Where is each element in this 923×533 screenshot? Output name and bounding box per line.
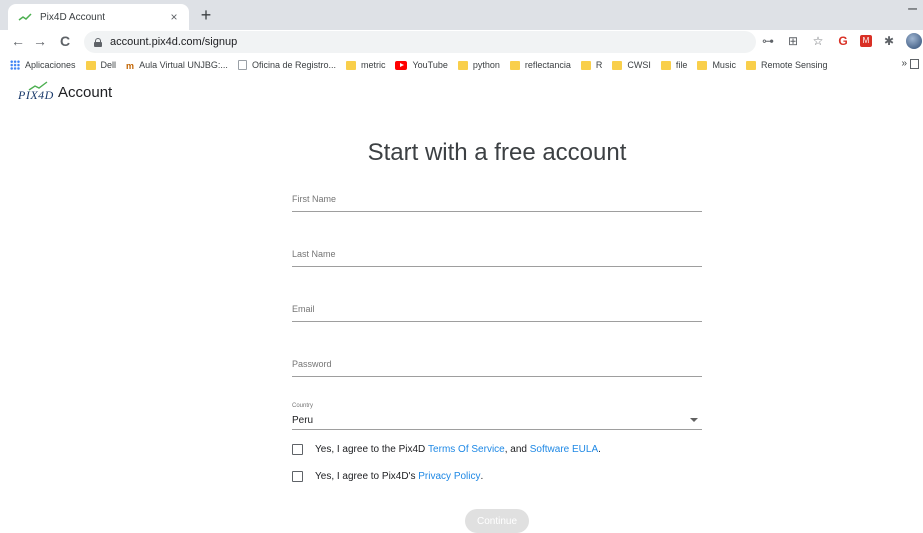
bookmarks-overflow-icon[interactable]: » — [901, 58, 907, 69]
country-select[interactable]: Country Peru — [292, 403, 702, 430]
folder-icon — [345, 60, 356, 70]
dropdown-arrow-icon[interactable] — [690, 418, 698, 422]
new-tab-icon[interactable]: + — [196, 5, 216, 25]
bookmark-oficina-registro[interactable]: Oficina de Registro... — [237, 60, 336, 70]
tab-title: Pix4D Account — [40, 11, 106, 23]
pix4d-logo[interactable]: PIX4D — [18, 81, 53, 103]
tos-text-2: , and — [504, 444, 530, 455]
password-input[interactable] — [292, 353, 702, 375]
privacy-text-2: . — [480, 471, 484, 482]
reload-icon[interactable]: C — [55, 33, 75, 49]
bookmark-remote-sensing[interactable]: Remote Sensing — [745, 60, 828, 70]
profile-avatar-icon[interactable] — [906, 33, 922, 49]
software-eula-link[interactable]: Software EULA — [530, 444, 598, 455]
bookmark-file[interactable]: file — [660, 60, 687, 70]
bookmarks-bar: Aplicaciones Dell m Aula Virtual UNJBG:..… — [0, 54, 923, 76]
tos-text-3: . — [598, 444, 601, 455]
folder-icon — [509, 60, 520, 70]
forward-arrow-icon[interactable]: → — [30, 33, 50, 49]
close-tab-icon[interactable]: × — [167, 10, 181, 24]
lock-icon[interactable] — [94, 37, 102, 47]
apps-icon — [10, 60, 20, 70]
browser-tab-strip: Pix4D Account × + – — [0, 0, 923, 30]
page-header: PIX4D Account — [0, 78, 923, 106]
extension-icons: ⊶ ⊞ ☆ G M ✱ — [760, 33, 922, 49]
page-icon — [237, 60, 247, 70]
folder-icon — [745, 60, 756, 70]
bookmark-star-icon[interactable]: ☆ — [810, 34, 826, 48]
bookmark-aplicaciones[interactable]: Aplicaciones — [10, 60, 76, 70]
first-name-field — [292, 188, 702, 212]
logo-text: PIX4D — [18, 88, 54, 102]
bookmark-aula-virtual[interactable]: m Aula Virtual UNJBG:... — [126, 60, 228, 71]
continue-button[interactable]: Continue — [465, 509, 529, 533]
browser-toolbar: ← → C account.pix4d.com/signup ⊶ ⊞ ☆ G M… — [0, 30, 923, 54]
country-label: Country — [292, 403, 314, 409]
first-name-input[interactable] — [292, 188, 702, 210]
email-field — [292, 298, 702, 322]
back-arrow-icon[interactable]: ← — [8, 33, 28, 49]
puzzle-icon[interactable]: ✱ — [881, 34, 897, 48]
folder-icon — [580, 60, 591, 70]
key-icon[interactable]: ⊶ — [760, 34, 776, 48]
tos-text-1: Yes, I agree to the Pix4D — [315, 444, 429, 455]
tos-checkbox[interactable] — [292, 444, 303, 455]
youtube-icon — [395, 60, 408, 70]
extension-g-icon[interactable]: G — [835, 34, 851, 48]
password-field — [292, 353, 702, 377]
folder-icon — [85, 60, 96, 70]
bookmark-metric[interactable]: metric — [345, 60, 385, 70]
bookmark-youtube[interactable]: YouTube — [395, 60, 448, 70]
bookmark-cwsi[interactable]: CWSI — [612, 60, 651, 70]
country-value: Peru — [292, 415, 314, 426]
translate-icon[interactable]: ⊞ — [785, 34, 801, 48]
last-name-input[interactable] — [292, 243, 702, 265]
terms-of-service-link[interactable]: Terms Of Service — [428, 444, 505, 455]
privacy-text-1: Yes, I agree to Pix4D's — [315, 471, 419, 482]
folder-icon — [660, 60, 671, 70]
reading-list-icon[interactable] — [910, 59, 919, 69]
email-input[interactable] — [292, 298, 702, 320]
extension-m-icon[interactable]: M — [860, 35, 872, 47]
bookmark-reflectancia[interactable]: reflectancia — [509, 60, 571, 70]
bookmark-python[interactable]: python — [457, 60, 500, 70]
window-minimize-icon[interactable]: – — [908, 0, 917, 18]
page-header-title: Account — [58, 83, 113, 101]
pix4d-favicon-icon — [18, 12, 32, 22]
bookmark-dell[interactable]: Dell — [85, 60, 116, 70]
browser-tab[interactable]: Pix4D Account × — [8, 4, 189, 30]
bookmark-music[interactable]: Music — [697, 60, 736, 70]
last-name-field — [292, 243, 702, 267]
moodle-icon: m — [126, 60, 135, 71]
signup-title: Start with a free account — [367, 139, 627, 166]
folder-icon — [457, 60, 468, 70]
url-text: account.pix4d.com/signup — [110, 36, 238, 48]
folder-icon — [697, 60, 708, 70]
privacy-checkbox[interactable] — [292, 471, 303, 482]
tos-agreement-row: Yes, I agree to the Pix4D Terms Of Servi… — [292, 444, 601, 455]
privacy-policy-link[interactable]: Privacy Policy — [418, 471, 480, 482]
bookmark-r[interactable]: R — [580, 60, 602, 70]
folder-icon — [612, 60, 623, 70]
privacy-agreement-row: Yes, I agree to Pix4D's Privacy Policy . — [292, 471, 483, 482]
address-bar[interactable]: account.pix4d.com/signup — [84, 31, 756, 53]
